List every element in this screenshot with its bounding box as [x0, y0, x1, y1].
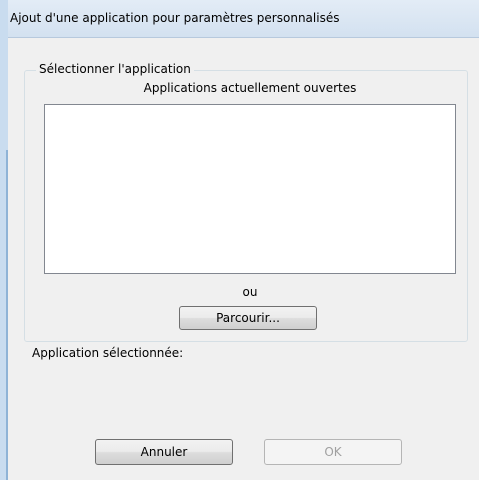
ok-button[interactable]: OK	[264, 439, 402, 465]
title-bar[interactable]: Ajout d'une application pour paramètres …	[8, 0, 479, 38]
selected-application-label: Application sélectionnée:	[32, 346, 184, 360]
open-applications-caption: Applications actuellement ouvertes	[143, 81, 357, 95]
or-label: ou	[242, 285, 258, 299]
cancel-button[interactable]: Annuler	[95, 439, 233, 465]
open-applications-list[interactable]	[44, 104, 456, 274]
dialog-title: Ajout d'une application pour paramètres …	[10, 11, 340, 25]
browse-button[interactable]: Parcourir...	[179, 306, 317, 330]
select-application-legend: Sélectionner l'application	[36, 62, 194, 76]
dialog-window: Ajout d'une application pour paramètres …	[0, 0, 479, 480]
